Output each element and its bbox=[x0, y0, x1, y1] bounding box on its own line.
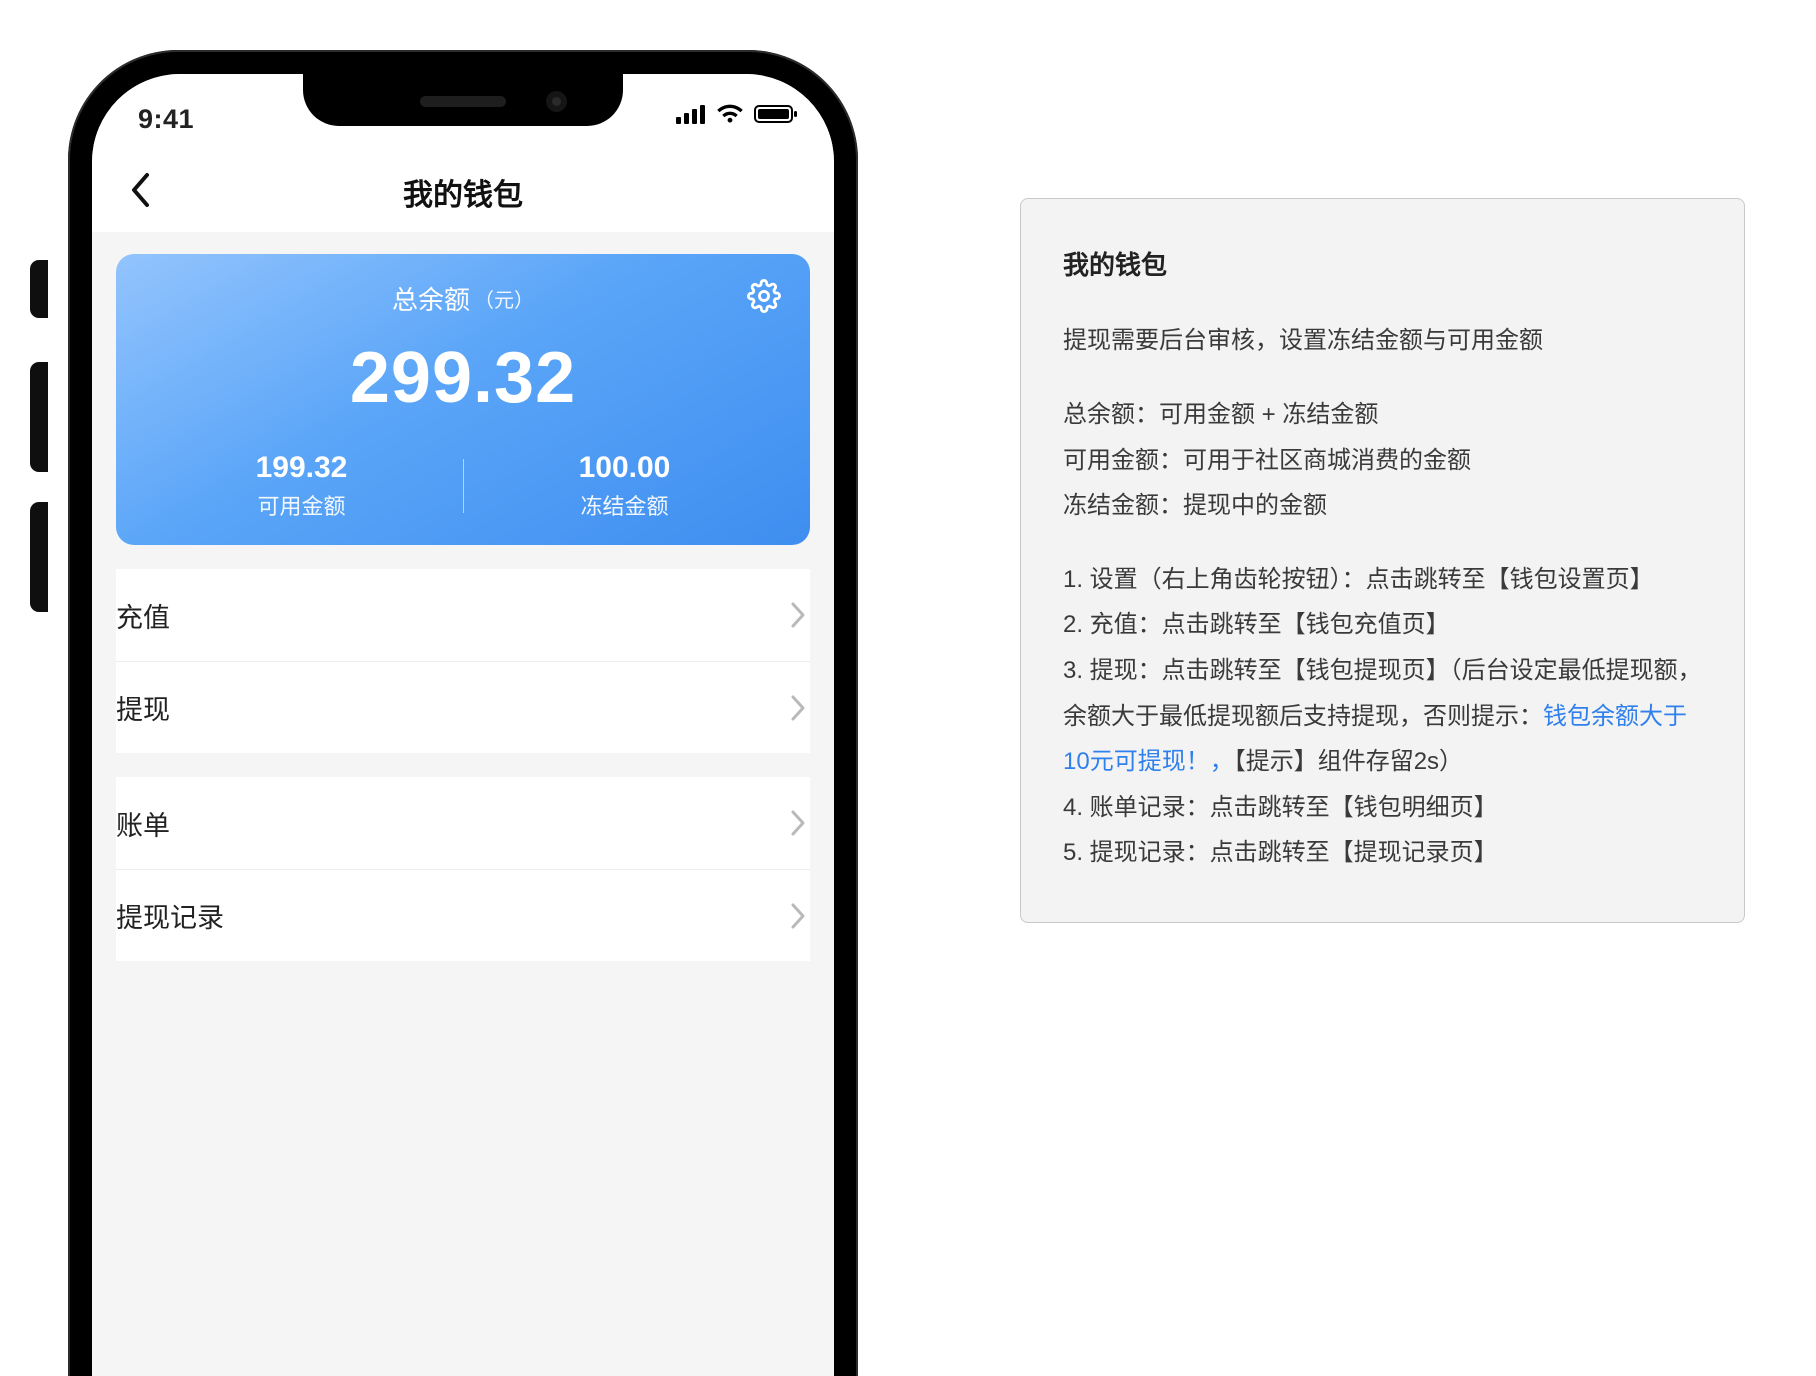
back-button[interactable] bbox=[116, 168, 164, 216]
chevron-right-icon bbox=[790, 694, 806, 722]
note-step-2: 2. 充值：点击跳转至【钱包充值页】 bbox=[1063, 602, 1702, 648]
balance-frozen-label: 冻结金额 bbox=[463, 489, 786, 521]
phone-mockup-viewport: 9:41 bbox=[20, 20, 900, 1376]
phone-speaker bbox=[420, 96, 506, 107]
balance-frozen: 100.00 冻结金额 bbox=[463, 451, 786, 521]
note-steps-block: 1. 设置（右上角齿轮按钮）：点击跳转至【钱包设置页】 2. 充值：点击跳转至【… bbox=[1063, 557, 1702, 876]
chevron-left-icon bbox=[129, 172, 151, 213]
balance-frozen-value: 100.00 bbox=[463, 451, 786, 485]
wifi-icon bbox=[716, 104, 744, 124]
balance-header: 总余额 （元） bbox=[140, 280, 786, 317]
gear-icon bbox=[747, 279, 781, 318]
phone-frame: 9:41 bbox=[68, 50, 858, 1376]
menu-group-1: 充值 提现 bbox=[116, 569, 810, 753]
canvas: 9:41 bbox=[0, 0, 1816, 1376]
page-title: 我的钱包 bbox=[403, 170, 523, 214]
menu-item-label: 账单 bbox=[116, 804, 170, 843]
chevron-right-icon bbox=[790, 601, 806, 629]
balance-sub-row: 199.32 可用金额 100.00 冻结金额 bbox=[140, 451, 786, 521]
menu-item-bill[interactable]: 账单 bbox=[116, 777, 810, 869]
battery-icon bbox=[754, 104, 798, 124]
menu-item-recharge[interactable]: 充值 bbox=[116, 569, 810, 661]
status-indicators bbox=[676, 104, 798, 124]
balance-total-value: 299.32 bbox=[140, 337, 786, 419]
page-content: 总余额 （元） 299.32 bbox=[92, 254, 834, 1376]
spacer bbox=[116, 961, 810, 1376]
balance-card: 总余额 （元） 299.32 bbox=[116, 254, 810, 545]
note-def: 冻结金额：提现中的金额 bbox=[1063, 483, 1702, 529]
menu-item-withdraw-records[interactable]: 提现记录 bbox=[116, 869, 810, 961]
note-defs-block: 总余额：可用金额 + 冻结金额 可用金额：可用于社区商城消费的金额 冻结金额：提… bbox=[1063, 392, 1702, 529]
annotation-panel: 我的钱包 提现需要后台审核，设置冻结金额与可用金额 总余额：可用金额 + 冻结金… bbox=[1020, 198, 1745, 923]
chevron-right-icon bbox=[790, 902, 806, 930]
menu-item-withdraw[interactable]: 提现 bbox=[116, 661, 810, 753]
note-desc: 提现需要后台审核，设置冻结金额与可用金额 bbox=[1063, 318, 1702, 364]
status-time: 9:41 bbox=[138, 104, 194, 135]
note-step-1: 1. 设置（右上角齿轮按钮）：点击跳转至【钱包设置页】 bbox=[1063, 557, 1702, 603]
cellular-icon bbox=[676, 104, 706, 124]
wallet-settings-button[interactable] bbox=[744, 278, 784, 318]
balance-total-unit: （元） bbox=[474, 284, 534, 313]
phone-notch bbox=[303, 74, 623, 126]
note-def: 总余额：可用金额 + 冻结金额 bbox=[1063, 392, 1702, 438]
menu-item-label: 充值 bbox=[116, 596, 170, 635]
phone-camera bbox=[546, 91, 567, 112]
note-desc-block: 提现需要后台审核，设置冻结金额与可用金额 bbox=[1063, 318, 1702, 364]
phone-screen: 9:41 bbox=[92, 74, 834, 1376]
note-title: 我的钱包 bbox=[1063, 241, 1702, 290]
balance-available-value: 199.32 bbox=[140, 451, 463, 485]
balance-total-label: 总余额 bbox=[392, 280, 470, 317]
menu-group-2: 账单 提现记录 bbox=[116, 777, 810, 961]
note-step-4: 4. 账单记录：点击跳转至【钱包明细页】 bbox=[1063, 785, 1702, 831]
note-step-3b: 【提示】组件存留2s） bbox=[1234, 748, 1463, 775]
chevron-right-icon bbox=[790, 809, 806, 837]
note-step-5: 5. 提现记录：点击跳转至【提现记录页】 bbox=[1063, 830, 1702, 876]
balance-available-label: 可用金额 bbox=[140, 489, 463, 521]
nav-bar: 我的钱包 bbox=[92, 152, 834, 232]
menu-item-label: 提现记录 bbox=[116, 896, 224, 935]
note-step-3: 3. 提现：点击跳转至【钱包提现页】（后台设定最低提现额，余额大于最低提现额后支… bbox=[1063, 648, 1702, 785]
menu-item-label: 提现 bbox=[116, 688, 170, 727]
balance-available: 199.32 可用金额 bbox=[140, 451, 463, 521]
note-def: 可用金额：可用于社区商城消费的金额 bbox=[1063, 438, 1702, 484]
